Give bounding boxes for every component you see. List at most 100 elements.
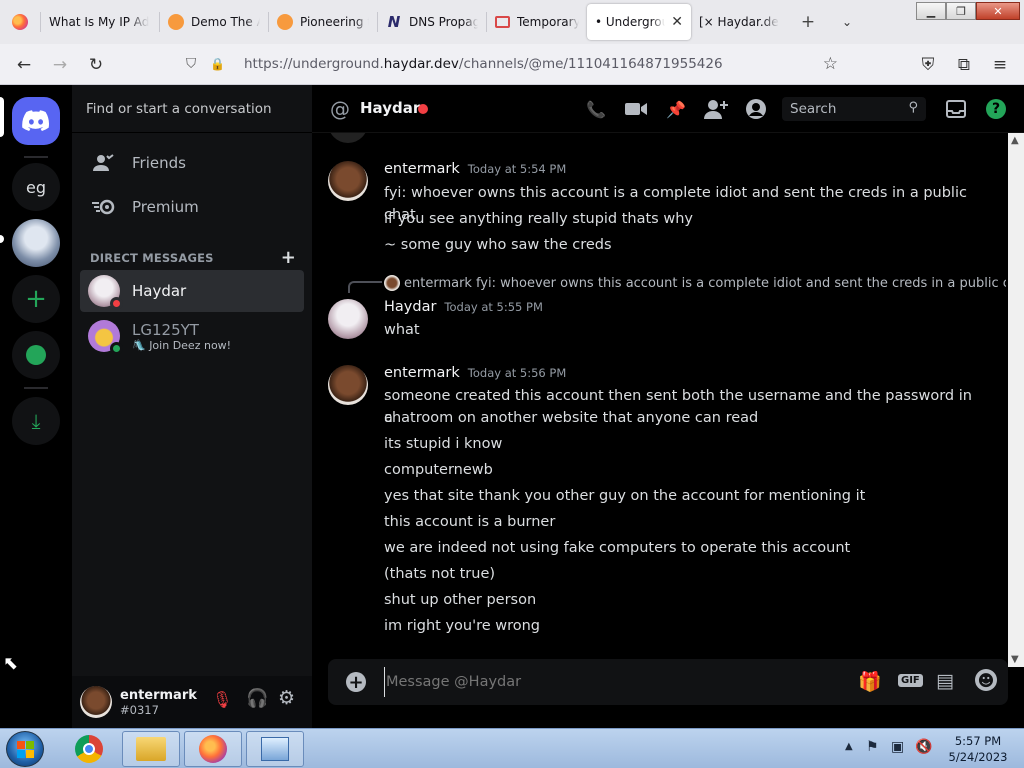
add-server-button[interactable]: + [12,275,60,323]
message-composer: + 🎁 GIF ▤ ☻ [328,659,1008,705]
tab-pioneering[interactable]: Pioneering the [269,4,377,40]
nitro-icon [92,195,116,219]
avatar [88,320,123,355]
reply-preview[interactable]: entermark fyi: whoever owns this account… [384,275,1006,291]
inbox-icon[interactable] [944,97,968,121]
scroll-down-icon[interactable]: ▼ [1011,654,1019,665]
voice-call-icon[interactable]: 📞 [584,97,608,121]
forward-button[interactable]: → [42,49,78,81]
tab-temporary-email[interactable]: Temporary E [487,4,587,40]
message-text: what [384,322,420,338]
avatar[interactable] [328,365,368,405]
message-text: ~ some guy who saw the creds [384,237,612,253]
tab-underground[interactable]: • Underground ✕ [587,4,691,40]
firefox-icon [12,14,28,30]
download-apps-button[interactable]: ⤓ [12,397,60,445]
add-friend-to-dm-icon[interactable] [704,97,728,121]
settings-gear-icon[interactable]: ⚙ [278,687,295,709]
close-window-button[interactable]: ✕ [976,2,1020,20]
message-input[interactable] [384,667,844,697]
taskbar-chrome[interactable] [60,731,118,767]
gift-icon[interactable]: 🎁 [858,670,882,693]
reply-spine [348,281,382,293]
bookmark-star-icon[interactable]: ☆ [823,54,838,74]
sidebar-item-premium[interactable]: Premium [80,186,304,228]
dm-item-lg125yt[interactable]: LG125YT 🛝 Join Deez now! [80,314,304,358]
headphones-icon[interactable]: 🎧 [246,688,268,709]
add-attachment-icon[interactable]: + [346,672,366,693]
window-controls: ▁ ❐ ✕ [916,2,1020,20]
message-list[interactable]: entermark Today at 5:54 PM fyi: whoever … [312,133,1006,663]
mail-icon [495,16,510,28]
taskbar-control-panel[interactable] [246,731,304,767]
message-text: we are indeed not using fake computers t… [384,540,851,556]
sticker-icon[interactable]: ▤ [936,670,954,692]
emoji-icon[interactable]: ☻ [975,669,997,691]
search-input[interactable]: Search ⚲ [782,97,926,121]
avatar[interactable] [328,161,368,201]
system-clock[interactable]: 5:57 PM 5/24/2023 [944,733,1012,765]
message-timestamp: Today at 5:56 PM [467,366,567,380]
reload-button[interactable]: ↻ [78,49,114,81]
mute-microphone-icon[interactable]: 🎙 [212,690,232,709]
menu-button[interactable]: ≡ [982,49,1018,81]
avatar [384,275,400,291]
network-icon[interactable]: ▣ [891,739,904,755]
message-author[interactable]: entermark [384,161,460,177]
video-call-icon[interactable] [624,97,648,121]
channel-title: Haydar [360,99,421,117]
dm-item-haydar[interactable]: Haydar [80,270,304,312]
taskbar-firefox[interactable] [184,731,242,767]
scroll-up-icon[interactable]: ▲ [1011,135,1019,146]
find-conversation-button[interactable]: Find or start a conversation [72,85,312,133]
discord-logo-icon [22,110,49,131]
sunset-icon [168,14,184,30]
server-anime-avatar[interactable] [12,219,60,267]
show-hidden-icons[interactable]: ▲ [845,741,853,752]
folder-icon [136,737,166,761]
tab-demo[interactable]: Demo The Ai [160,4,268,40]
pocket-button[interactable]: ⛨ [910,49,946,81]
message-author[interactable]: entermark [384,365,460,381]
extensions-button[interactable]: ⧉ [946,49,982,81]
scrollbar[interactable]: ▲ ▼ [1008,133,1024,667]
compass-icon [26,345,46,365]
avatar[interactable] [328,299,368,339]
firefox-view-button[interactable] [0,0,40,44]
message-text: im right you're wrong [384,618,541,634]
tab-haydar-dev[interactable]: [× Haydar.dev × [691,4,787,40]
tab-bar: What Is My IP Ad Demo The Ai Pioneering … [0,0,1024,44]
channel-header: @ Haydar 📞 📌 Search ⚲ ? [312,85,1024,133]
message-text: its stupid i know [384,436,503,452]
server-eg[interactable]: eg [12,163,60,211]
list-tabs-button[interactable]: ⌄ [829,6,865,38]
taskbar-explorer[interactable] [122,731,180,767]
tab-whatismyip[interactable]: What Is My IP Ad [41,4,159,40]
message-text: if you see anything really stupid thats … [384,211,693,227]
volume-muted-icon[interactable]: 🔇 [915,739,932,755]
avatar[interactable] [80,686,112,718]
user-profile-icon[interactable] [744,97,768,121]
mouse-cursor-icon: ⬉ [3,653,19,674]
sidebar-item-friends[interactable]: Friends [80,142,304,184]
explore-servers-button[interactable] [12,331,60,379]
dnd-status-icon [110,297,123,310]
back-button[interactable]: ← [6,49,42,81]
pinned-messages-icon[interactable]: 📌 [664,97,688,121]
address-bar[interactable]: ⛉ 🔒 https://underground.haydar.dev/chann… [178,48,846,80]
create-dm-icon[interactable]: + [281,247,296,268]
close-tab-icon[interactable]: ✕ [671,14,683,30]
gif-button[interactable]: GIF [898,674,923,687]
action-center-flag-icon[interactable]: ⚑ [866,739,879,755]
n-logo-icon: N [387,13,401,31]
home-button[interactable] [12,97,60,145]
search-icon: ⚲ [908,100,918,115]
tab-dns-propagation[interactable]: N DNS Propaga [378,4,486,40]
new-tab-button[interactable]: + [787,6,829,38]
browser-chrome: What Is My IP Ad Demo The Ai Pioneering … [0,0,1024,85]
start-button[interactable] [6,731,44,767]
message-author[interactable]: Haydar [384,299,436,315]
maximize-button[interactable]: ❐ [946,2,976,20]
help-icon[interactable]: ? [984,97,1008,121]
minimize-button[interactable]: ▁ [916,2,946,20]
